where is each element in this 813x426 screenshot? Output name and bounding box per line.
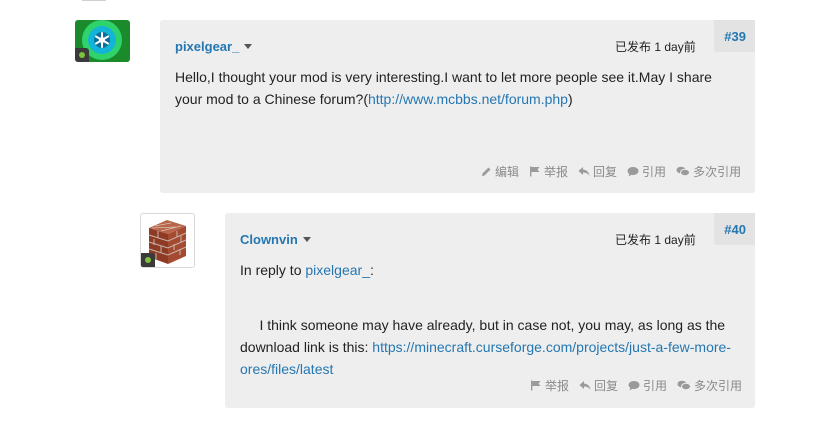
reply-label: 回复 [593, 165, 618, 179]
online-status-icon [75, 48, 89, 62]
reply-label: 回复 [594, 379, 619, 393]
quote-label: 引用 [643, 379, 668, 393]
pencil-icon [482, 167, 491, 176]
post-timestamp[interactable]: 已发布 1 day前 [615, 231, 696, 248]
reply-button[interactable]: 回复 [579, 377, 618, 394]
reply-suffix: : [369, 262, 374, 278]
report-button[interactable]: 举报 [530, 377, 569, 394]
comments-icon [676, 166, 691, 177]
post-actions: 举报 回复 引用 多次引用 [530, 377, 742, 394]
author-name[interactable]: pixelgear_ [175, 39, 239, 54]
reply-icon [579, 381, 591, 390]
divider [82, 0, 106, 1]
reply-reference: In reply to pixelgear_: [240, 259, 735, 281]
flag-icon [531, 380, 541, 391]
comment-icon [627, 167, 639, 177]
body-link[interactable]: http://www.mcbbs.net/forum.php [368, 91, 568, 107]
quote-label: 引用 [642, 165, 667, 179]
report-label: 举报 [544, 165, 569, 179]
comment-icon [628, 381, 640, 391]
edit-button[interactable]: 编辑 [481, 163, 519, 180]
report-label: 举报 [545, 379, 570, 393]
edit-label: 编辑 [495, 165, 520, 179]
reply-icon [578, 167, 590, 176]
post-timestamp[interactable]: 已发布 1 day前 [615, 38, 696, 55]
multiquote-button[interactable]: 多次引用 [676, 163, 741, 180]
report-button[interactable]: 举报 [529, 163, 568, 180]
author-link[interactable]: pixelgear_ [175, 39, 253, 54]
quote-button[interactable]: 引用 [627, 163, 666, 180]
chevron-down-icon[interactable] [302, 237, 311, 242]
multiquote-label: 多次引用 [694, 379, 743, 393]
reply-to-link[interactable]: pixelgear_ [305, 262, 370, 278]
post-40: #40 已发布 1 day前 Clownvin In reply to pixe… [225, 213, 755, 408]
reply-prefix: In reply to [240, 262, 306, 278]
comments-icon [677, 380, 692, 391]
post-39: #39 已发布 1 day前 pixelgear_ Hello,I though… [160, 20, 755, 193]
post-actions: 编辑 举报 回复 引用 多次引用 [481, 163, 741, 180]
multiquote-button[interactable]: 多次引用 [677, 377, 742, 394]
post-body: Hello,I thought your mod is very interes… [175, 66, 725, 110]
body-tail: ) [567, 91, 573, 107]
reply-button[interactable]: 回复 [578, 163, 617, 180]
author-link[interactable]: Clownvin [240, 232, 311, 247]
post-number-link[interactable]: #40 [714, 213, 755, 245]
author-name[interactable]: Clownvin [240, 232, 298, 247]
avatar[interactable] [75, 20, 130, 62]
post-number-link[interactable]: #39 [714, 20, 755, 52]
multiquote-label: 多次引用 [693, 165, 742, 179]
avatar[interactable] [140, 213, 195, 268]
quote-button[interactable]: 引用 [628, 377, 667, 394]
chevron-down-icon[interactable] [244, 44, 253, 49]
flag-icon [530, 166, 540, 177]
online-status-icon [141, 253, 155, 267]
